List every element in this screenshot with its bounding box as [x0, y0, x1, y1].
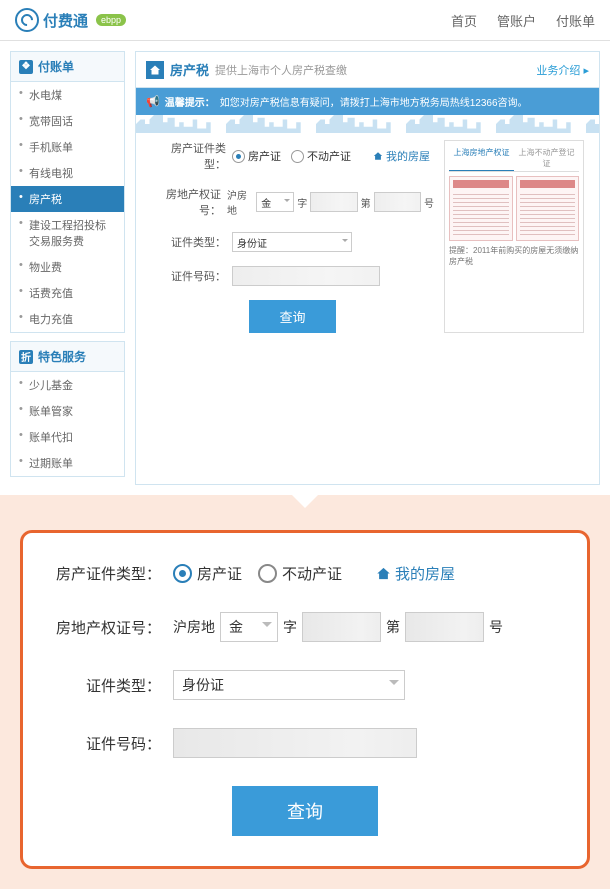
callout-cert-input-1[interactable]	[302, 612, 381, 642]
callout-label-id-type: 证件类型：	[51, 675, 173, 696]
callout-label-doc-type: 房产证件类型：	[51, 563, 173, 584]
query-button[interactable]: 查询	[249, 300, 335, 333]
page-subtitle: 提供上海市个人房产税查缴	[215, 62, 347, 78]
logo-icon	[15, 8, 39, 32]
logo-text: 付费通	[43, 10, 88, 31]
callout-radio-realestate[interactable]: 不动产证	[258, 563, 342, 584]
my-house-link[interactable]: 我的房屋	[373, 148, 430, 164]
label-id-no: 证件号码：	[151, 268, 232, 284]
cert-input-2[interactable]	[374, 192, 421, 212]
callout-id-type-select[interactable]: 身份证	[173, 670, 405, 700]
cert-input-1[interactable]	[310, 192, 357, 212]
label-doc-type: 房产证件类型：	[151, 140, 232, 172]
sidebar-header-bills: ❖ 付账单	[11, 52, 124, 82]
id-type-select[interactable]: 身份证	[232, 232, 352, 252]
radio-icon	[173, 564, 192, 583]
sidebar-item-phone-recharge[interactable]: 话费充值	[11, 280, 124, 306]
sample-tab-realestate[interactable]: 上海不动产登记证	[514, 145, 579, 171]
logo-badge: ebpp	[96, 14, 126, 26]
bill-icon: ❖	[19, 60, 33, 74]
radio-icon	[291, 150, 304, 163]
sidebar-header-special: 折 特色服务	[11, 342, 124, 372]
callout-cert-input-2[interactable]	[405, 612, 484, 642]
sample-image-2	[516, 176, 580, 241]
speaker-icon: 📢	[146, 95, 160, 108]
page-title: 房产税	[170, 60, 209, 79]
main-panel: 房产税 提供上海市个人房产税查缴 业务介绍 ▸ 📢 温馨提示： 如您对房产税信息…	[135, 51, 600, 485]
radio-icon	[258, 564, 277, 583]
sample-tab-property[interactable]: 上海房地产权证	[449, 145, 514, 171]
intro-link[interactable]: 业务介绍 ▸	[536, 62, 589, 78]
id-number-input[interactable]	[232, 266, 380, 286]
radio-property-cert[interactable]: 房产证	[232, 148, 281, 164]
sidebar-item-power-recharge[interactable]: 电力充值	[11, 306, 124, 332]
sample-note: 提醒：2011年前购买的房屋无须缴纳房产税	[449, 245, 579, 267]
callout-query-button[interactable]: 查询	[232, 786, 378, 836]
special-icon: 折	[19, 350, 33, 364]
nav-account[interactable]: 管账户	[497, 11, 536, 30]
nav-home[interactable]: 首页	[451, 11, 477, 30]
sidebar: ❖ 付账单 水电煤 宽带固话 手机账单 有线电视 房产税 建设工程招投标交易服务…	[10, 51, 125, 485]
top-nav: 首页 管账户 付账单	[451, 11, 595, 30]
callout-my-house-link[interactable]: 我的房屋	[376, 563, 455, 584]
district-select[interactable]: 金	[256, 192, 294, 212]
callout-arrow-icon	[291, 494, 319, 522]
notice-banner: 📢 温馨提示： 如您对房产税信息有疑问，请拨打上海市地方税务局热线12366咨询…	[136, 88, 599, 115]
sidebar-item-child-fund[interactable]: 少儿基金	[11, 372, 124, 398]
sidebar-item-cabletv[interactable]: 有线电视	[11, 160, 124, 186]
sidebar-item-property-fee[interactable]: 物业费	[11, 254, 124, 280]
sample-image-1	[449, 176, 513, 241]
radio-icon	[232, 150, 245, 163]
callout-label-cert-no: 房地产权证号：	[51, 617, 173, 638]
logo[interactable]: 付费通 ebpp	[15, 8, 126, 32]
sidebar-item-utilities[interactable]: 水电煤	[11, 82, 124, 108]
callout-panel: 房产证件类型： 房产证 不动产证 我的房屋	[20, 530, 590, 869]
sample-panel: 上海房地产权证 上海不动产登记证 提醒：2011年前购买的房屋无须缴纳房产税	[444, 140, 584, 333]
house-icon	[146, 61, 164, 79]
sidebar-item-bill-withhold[interactable]: 账单代扣	[11, 424, 124, 450]
sidebar-item-broadband[interactable]: 宽带固话	[11, 108, 124, 134]
radio-realestate-cert[interactable]: 不动产证	[291, 148, 351, 164]
sidebar-item-mobile[interactable]: 手机账单	[11, 134, 124, 160]
callout-district-select[interactable]: 金	[220, 612, 278, 642]
header: 付费通 ebpp 首页 管账户 付账单	[0, 0, 610, 41]
callout-label-id-no: 证件号码：	[51, 733, 173, 754]
nav-bill[interactable]: 付账单	[556, 11, 595, 30]
callout-radio-property[interactable]: 房产证	[173, 563, 242, 584]
sidebar-item-bill-manager[interactable]: 账单管家	[11, 398, 124, 424]
label-cert-no: 房地产权证号：	[151, 186, 227, 218]
callout-id-number-input[interactable]	[173, 728, 417, 758]
sidebar-item-construction[interactable]: 建设工程招投标交易服务费	[11, 212, 124, 254]
label-id-type: 证件类型：	[151, 234, 232, 250]
sidebar-item-property-tax[interactable]: 房产税	[11, 186, 124, 212]
sidebar-item-expired-bill[interactable]: 过期账单	[11, 450, 124, 476]
